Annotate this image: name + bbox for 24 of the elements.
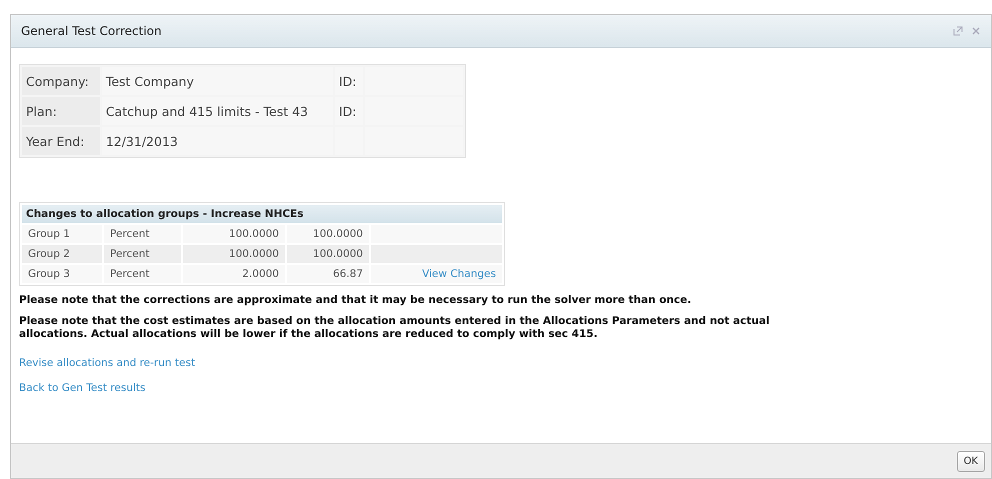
field-label: Plan:: [22, 97, 100, 125]
table-cell: Group 1: [22, 225, 102, 243]
table-cell: 2.0000: [183, 265, 285, 283]
field-label: Company:: [22, 67, 100, 95]
table-cell: 100.0000: [183, 225, 285, 243]
window-title: General Test Correction: [21, 24, 163, 38]
table-cell: Percent: [104, 245, 181, 263]
navigation-link[interactable]: Back to Gen Test results: [19, 382, 146, 394]
field-label: Year End:: [22, 127, 100, 155]
note-text: Please note that the corrections are approximate and that it may be necessary to run the solver more than once.: [19, 294, 692, 307]
table-cell: 100.0000: [287, 225, 369, 243]
table-cell: Group 3: [22, 265, 102, 283]
table-cell: 100.0000: [287, 245, 369, 263]
close-icon[interactable]: [971, 26, 981, 36]
table-cell: Percent: [104, 265, 181, 283]
table-cell: 66.87: [287, 265, 369, 283]
navigation-link[interactable]: Revise allocations and re-run test: [19, 357, 196, 369]
table-cell: Group 2: [22, 245, 102, 263]
ok-button[interactable]: OK: [956, 450, 985, 472]
popout-icon[interactable]: [953, 26, 963, 36]
table-cell: 100.0000: [183, 245, 285, 263]
table-cell: Percent: [104, 225, 181, 243]
table-title: Changes to allocation groups - Increase NHCEs: [22, 205, 502, 223]
note-text: Please note that the cost estimates are based on the allocation amounts entered in the Allocations Parameters and not actual allocations. Actual allocations will be lower if the allocations are reduced to comply with sec 415.: [19, 315, 771, 341]
